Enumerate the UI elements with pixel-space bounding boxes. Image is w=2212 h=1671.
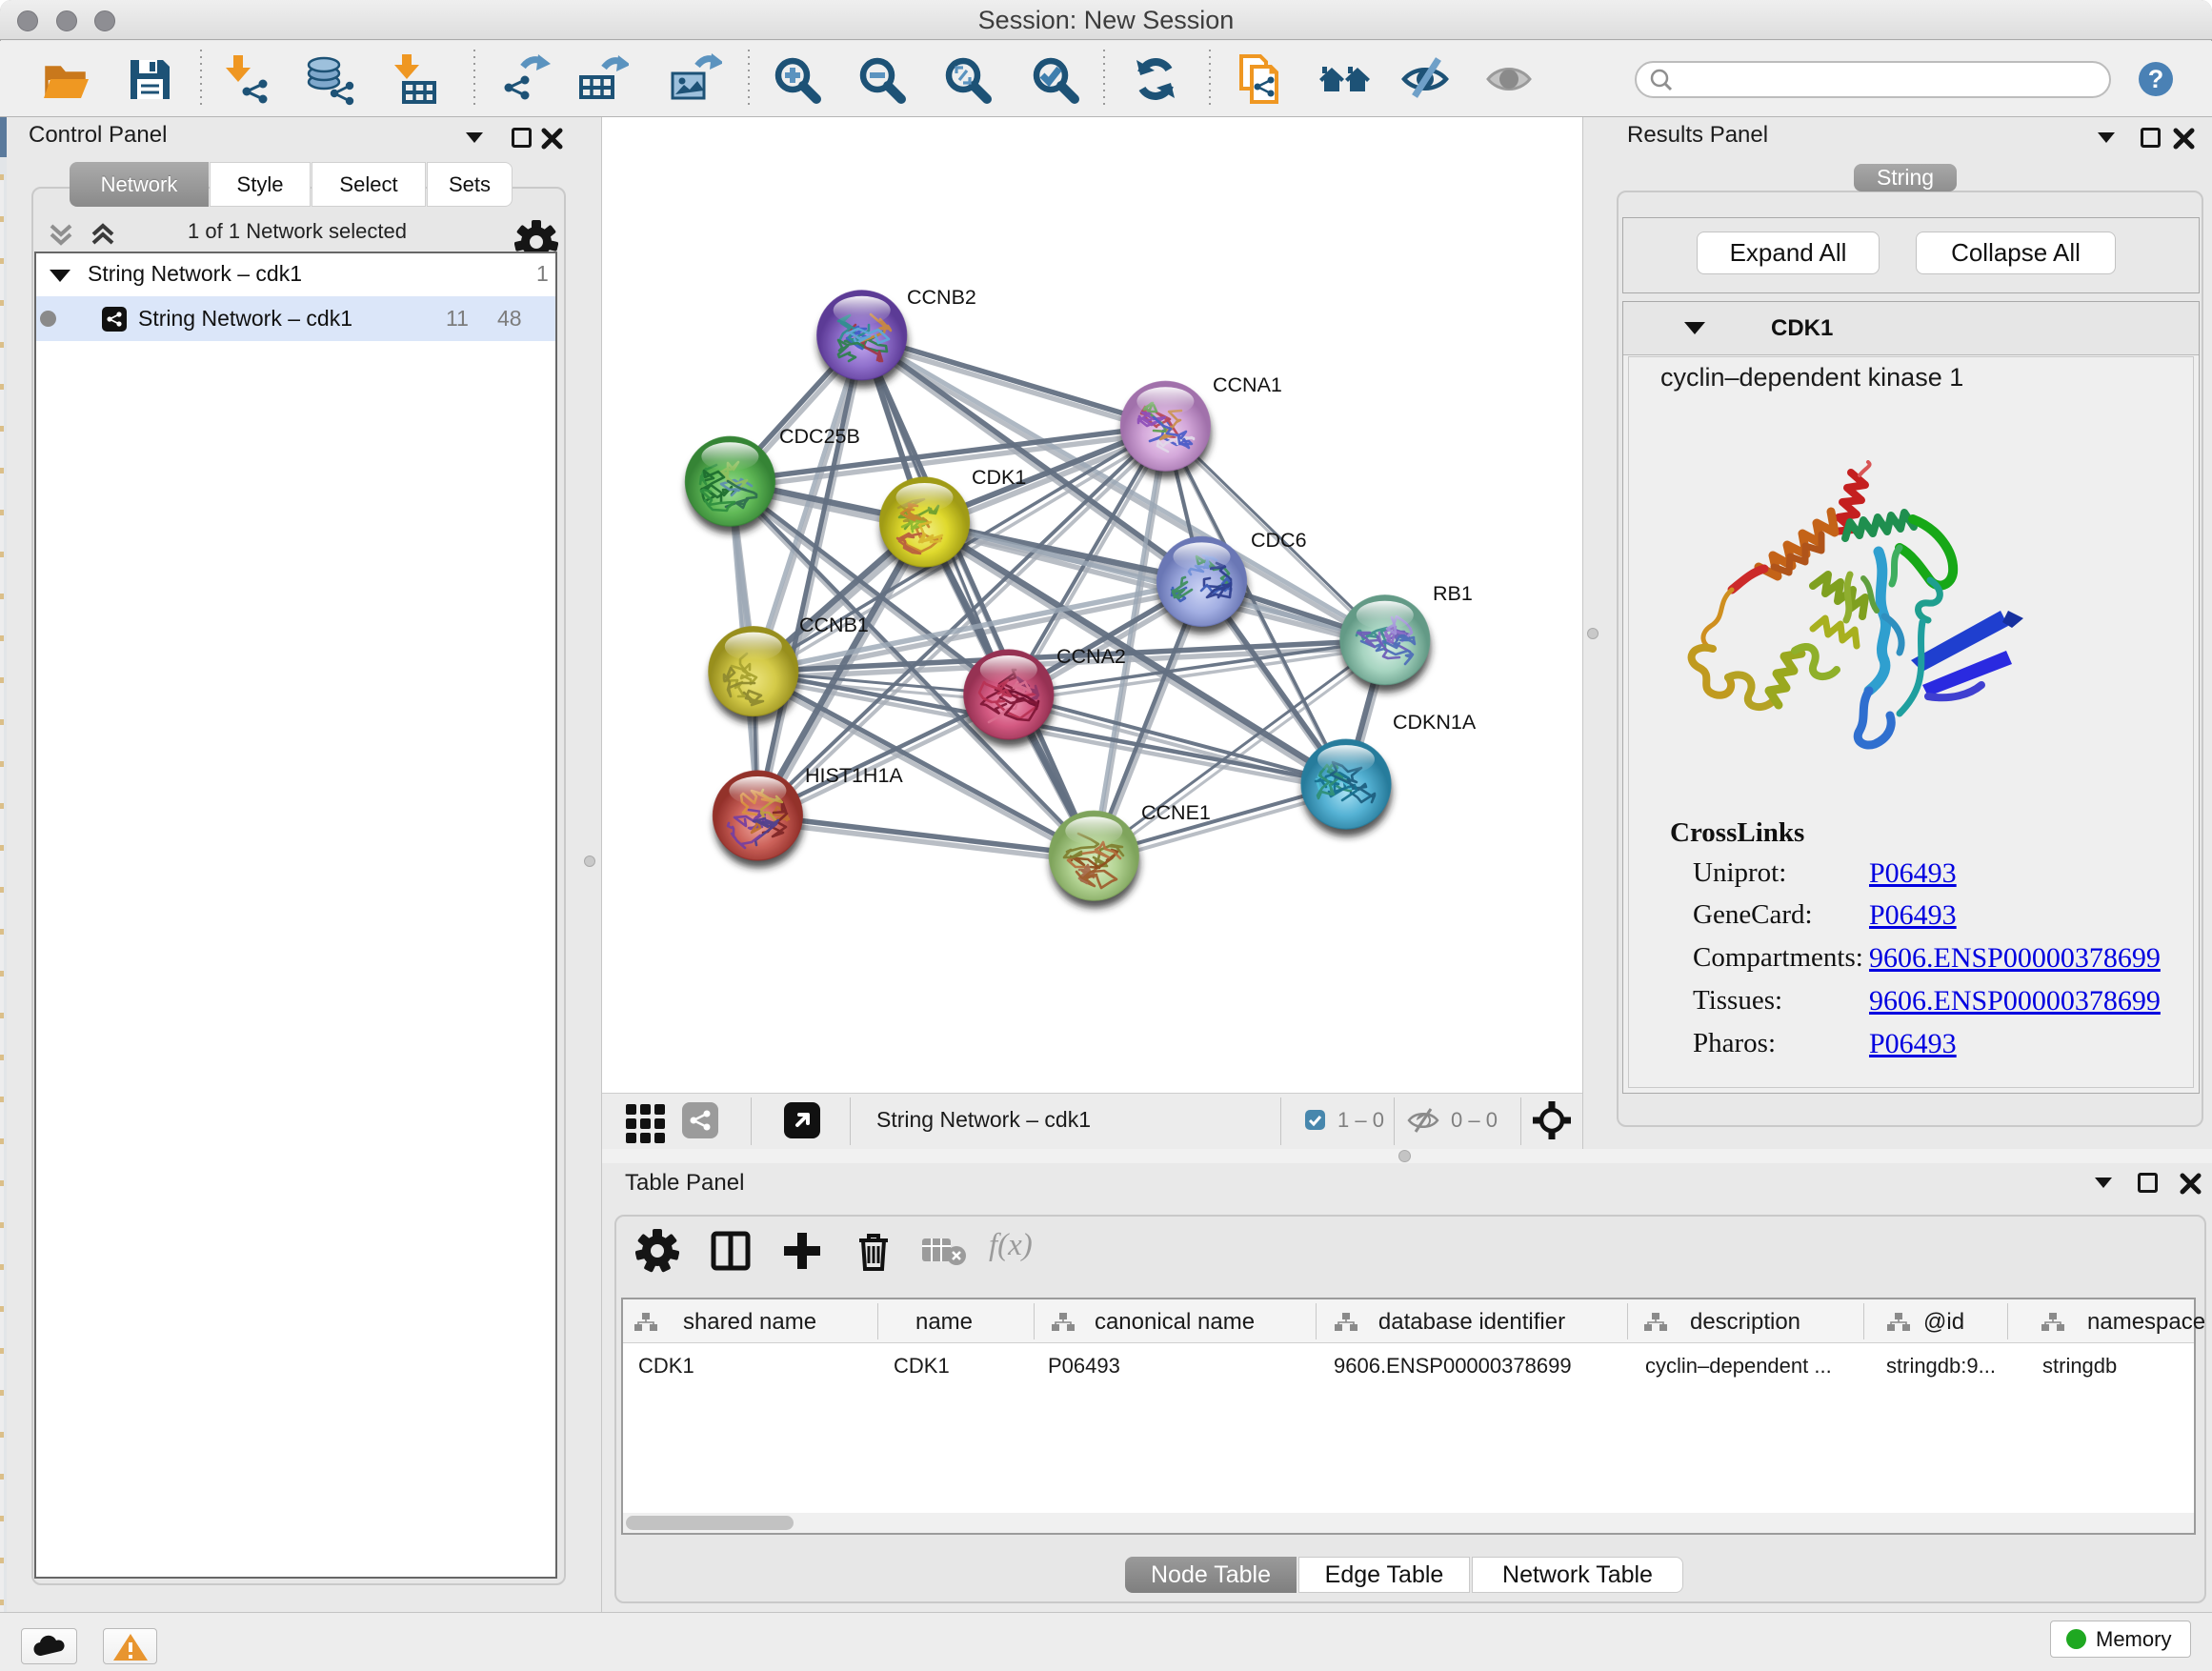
svg-text:CDC6: CDC6 [1251,529,1307,552]
svg-text:CCNB1: CCNB1 [799,614,869,636]
svg-text:CCNE1: CCNE1 [1141,801,1211,824]
svg-text:CDKN1A: CDKN1A [1393,711,1477,734]
svg-text:CCNB2: CCNB2 [907,286,976,309]
svg-text:CDC25B: CDC25B [779,425,860,448]
svg-text:RB1: RB1 [1433,582,1473,605]
svg-text:CDK1: CDK1 [972,466,1026,489]
svg-text:CCNA2: CCNA2 [1056,645,1126,668]
svg-text:HIST1H1A: HIST1H1A [805,764,903,787]
svg-text:CCNA1: CCNA1 [1213,373,1282,396]
